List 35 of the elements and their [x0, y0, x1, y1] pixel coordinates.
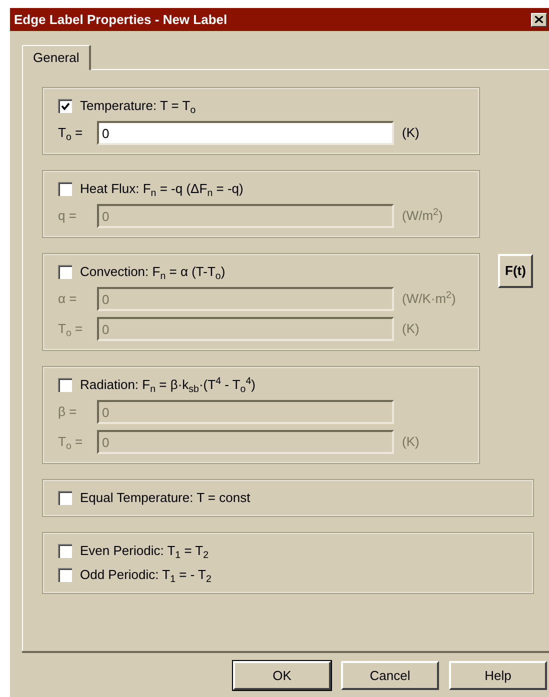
field-label: T$_{o}$ =: [58, 124, 84, 143]
close-button[interactable]: [531, 12, 547, 26]
checkbox[interactable]: [58, 182, 72, 196]
option-label: Convection: F$_{n}$ = α (T-T$_{o}$): [80, 263, 226, 282]
unit-label: (K): [402, 433, 420, 452]
checkbox[interactable]: [58, 544, 72, 558]
dialog-button[interactable]: Help: [449, 661, 547, 690]
unit-label: (W/K·m$^{2}$): [402, 289, 456, 308]
option-label: Heat Flux: F$_{n}$ = -q (ΔF$_{n}$ = -q): [80, 180, 244, 199]
checkbox[interactable]: [58, 568, 72, 582]
option-label: Temperature: T = T$_{o}$: [80, 97, 196, 116]
checkbox[interactable]: [58, 99, 72, 113]
field-label: q =: [58, 207, 78, 226]
unit-label: (W/m$^{2}$): [402, 206, 443, 226]
unit-label: (K): [402, 124, 420, 142]
checkbox[interactable]: [58, 378, 72, 392]
unit-label: (K): [402, 320, 420, 338]
function-button[interactable]: F(t): [498, 254, 533, 288]
field-label: β =: [58, 403, 78, 422]
checkbox[interactable]: [58, 491, 72, 505]
field-label: T$_{o}$ =: [58, 320, 84, 339]
dialog-button[interactable]: OK: [233, 661, 331, 690]
field-label: α =: [58, 290, 78, 308]
option-label: Odd Periodic: T$_{1}$ = - T$_{2}$: [80, 566, 212, 585]
field-label: T$_{o}$ =: [58, 433, 84, 452]
option-label: Equal Temperature: T = const: [80, 489, 250, 508]
tab[interactable]: General: [22, 45, 92, 70]
checkbox[interactable]: [58, 265, 72, 279]
close-icon: [535, 16, 543, 23]
option-label: Radiation: F$_{n}$ = β·k$_{sb}$·(T$^{4}$ - T$_{o}$$^{4}$): [80, 375, 256, 395]
window-title: Edge Label Properties - New Label: [14, 10, 228, 29]
dialog-button[interactable]: Cancel: [341, 661, 439, 690]
value-field[interactable]: 0: [97, 121, 394, 145]
option-label: Even Periodic: T$_{1}$ = T$_{2}$: [80, 542, 209, 561]
check-icon: [61, 102, 70, 111]
